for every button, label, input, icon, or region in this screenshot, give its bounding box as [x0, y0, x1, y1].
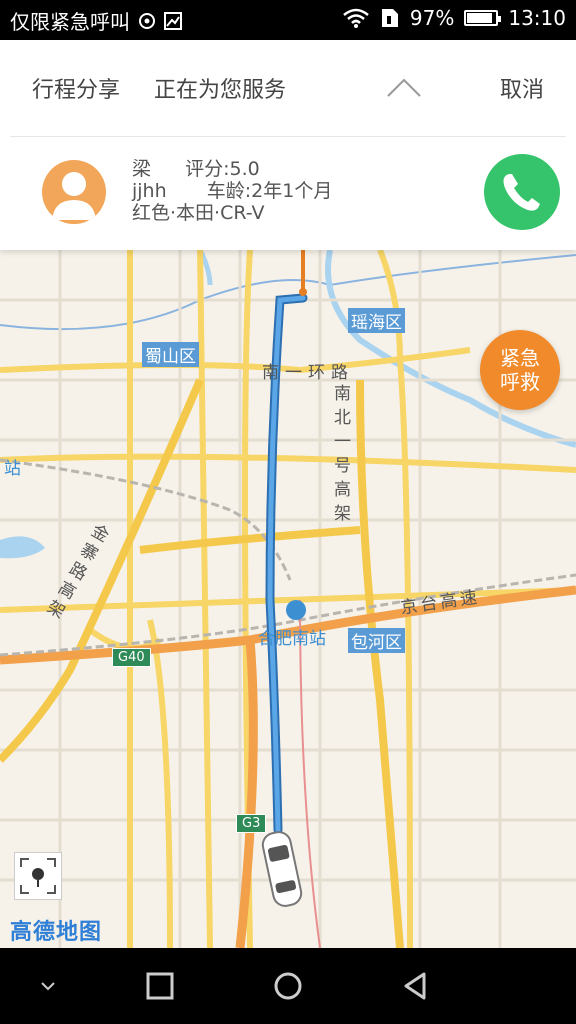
label-nanyi-ring: 南一环路: [262, 363, 354, 383]
label-hefei-south: 合肥南站: [258, 629, 326, 649]
locate-button[interactable]: [14, 852, 62, 900]
emergency-button[interactable]: 紧急 呼救: [480, 330, 560, 410]
train-station-icon: [286, 600, 306, 620]
label-shushan: 蜀山区: [142, 342, 199, 367]
label-station-edge: 站: [4, 459, 21, 479]
image-icon: [164, 11, 182, 30]
driver-plate-row: jjhh 车龄:2年1个月: [132, 180, 332, 202]
recents-button[interactable]: [138, 964, 182, 1008]
trip-card: 行程分享 正在为您服务 取消 梁 评分:5.0 jjhh 车龄:2年1个月 红色…: [0, 40, 576, 250]
status-right: 97% 13:10: [342, 6, 566, 30]
car-icon: [261, 831, 303, 907]
tab-serving[interactable]: 正在为您服务: [154, 72, 286, 104]
driver-info: 梁 评分:5.0 jjhh 车龄:2年1个月 红色·本田·CR-V: [132, 158, 332, 224]
status-bar: 仅限紧急呼叫 97% 13:10: [0, 0, 576, 40]
nfc-icon: [139, 12, 155, 29]
driver-rating: 评分:5.0: [185, 158, 260, 180]
system-nav-bar: [0, 948, 576, 1024]
chevron-up-icon[interactable]: [386, 78, 422, 98]
carrier-text: 仅限紧急呼叫: [10, 10, 130, 34]
locate-icon: [20, 858, 56, 894]
clock: 13:10: [508, 6, 566, 30]
car-age: 车龄:2年1个月: [206, 180, 333, 202]
driver-avatar: [42, 160, 106, 224]
home-button[interactable]: [266, 964, 310, 1008]
trip-tabs: 行程分享 正在为您服务 取消: [0, 40, 576, 136]
chevron-down-icon[interactable]: [26, 964, 70, 1008]
battery-icon: [464, 10, 502, 26]
phone-icon: [503, 174, 540, 211]
driver-plate: jjhh: [132, 180, 167, 202]
driver-name: 梁: [132, 158, 152, 180]
cancel-button[interactable]: 取消: [500, 72, 544, 104]
label-baohe: 包河区: [348, 628, 405, 653]
label-nanbei: 南北一号高架: [334, 384, 351, 524]
label-g40: G40: [112, 648, 151, 667]
sim-icon: [381, 9, 398, 27]
battery-percent: 97%: [409, 6, 455, 30]
divider: [10, 136, 566, 137]
call-button[interactable]: [484, 154, 560, 230]
car-desc: 红色·本田·CR-V: [132, 202, 265, 224]
label-yaohai: 瑶海区: [348, 308, 405, 333]
emergency-line1: 紧急: [500, 346, 540, 370]
status-left: 仅限紧急呼叫: [10, 6, 182, 35]
tab-trip-share[interactable]: 行程分享: [32, 72, 120, 104]
emergency-line2: 呼救: [500, 370, 540, 394]
person-icon: [52, 172, 96, 220]
wifi-icon: [343, 8, 369, 28]
amap-logo: 高德地图: [10, 920, 103, 945]
driver-name-row: 梁 评分:5.0: [132, 158, 332, 180]
back-button[interactable]: [394, 964, 438, 1008]
